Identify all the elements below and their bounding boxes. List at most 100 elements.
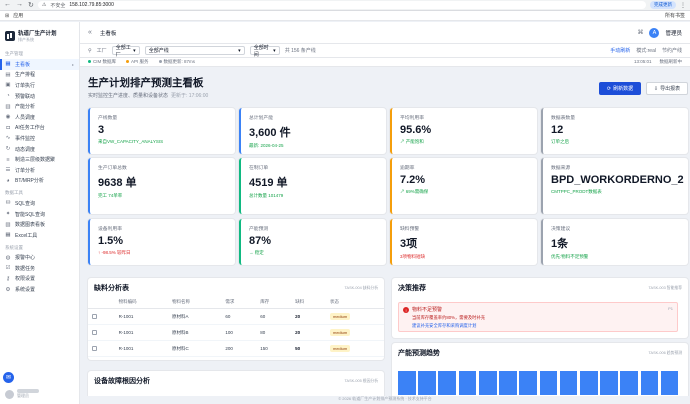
- period-select[interactable]: 全部时间 ▾: [249, 45, 280, 58]
- table-row[interactable]: R-1001 原材料C 200 150 50 medium: [88, 340, 384, 357]
- forecast-bar[interactable]: [499, 370, 517, 395]
- sidebar-item[interactable]: ☑ 数据任务: [0, 263, 79, 274]
- kpi-card[interactable]: 产线数量 3 来自VW_CAPACITY_ANALYSIS: [88, 108, 235, 154]
- sidebar-item[interactable]: ☰ 订单分析: [0, 165, 79, 176]
- forecast-bar[interactable]: [559, 370, 578, 395]
- export-icon: ⇩: [653, 85, 659, 92]
- sidebar-item[interactable]: ✦ 智能SQL查询: [0, 209, 79, 220]
- refresh-data-label: 刷新数据: [613, 86, 634, 92]
- status-dot: [158, 60, 162, 63]
- forecast-bar[interactable]: [418, 370, 436, 395]
- forecast-bar[interactable]: [458, 370, 477, 395]
- browser-menu-icon[interactable]: ⋮: [680, 2, 686, 9]
- sidebar-item[interactable]: ⚷ 权限设置: [0, 274, 79, 285]
- kpi-card[interactable]: 数据来源 BPD_WORKORDERNO_2 CMTPPC_PRODT数据表: [541, 158, 688, 214]
- sidebar-user[interactable]: 管理员: [5, 389, 39, 399]
- browser-update-button[interactable]: 完成更新: [650, 1, 676, 9]
- sidebar-item[interactable]: ⚙ 系统设置: [0, 284, 79, 295]
- address-bar[interactable]: ⚠ 不安全 158.102.79.85:3000: [37, 1, 646, 9]
- kpi-footer: 优先:物料不足预警: [551, 254, 589, 259]
- sidebar-item[interactable]: ≡ 制造三层级数据聚: [0, 154, 79, 165]
- page-footer: © 2026 轨道厂生产计划排产预测系统 · 技术支持平台: [80, 396, 690, 404]
- kpi-card[interactable]: 逾期率 7.2% ↗ 69%需确保: [390, 158, 537, 214]
- sidebar-item[interactable]: ◘ AI任务工作台: [0, 123, 79, 134]
- chevron-right-icon: ▸: [71, 61, 74, 67]
- forecast-bar[interactable]: [640, 370, 659, 395]
- apps-grid-icon[interactable]: ⊞: [5, 13, 9, 19]
- forecast-bar[interactable]: [478, 370, 497, 395]
- sidebar-item[interactable]: ▦ Excel工具: [0, 230, 79, 241]
- alert-link[interactable]: 建议补充安全库存和采购调度计划: [412, 323, 673, 329]
- database-icon: ⛁: [5, 200, 11, 207]
- sidebar-item[interactable]: ▦ 主看板 ▸: [0, 59, 79, 70]
- kpi-value: BPD_WORKORDERNO_2: [551, 174, 684, 186]
- browser-nav: ← → ↻: [4, 1, 34, 9]
- row-checkbox[interactable]: [92, 330, 97, 336]
- line-select[interactable]: 全部产线 ▾: [144, 46, 245, 55]
- forecast-bar[interactable]: [579, 370, 598, 395]
- sidebar-item[interactable]: ▥ 产能分析: [0, 101, 79, 112]
- kpi-value: 3项: [400, 238, 418, 250]
- back-icon[interactable]: ←: [4, 1, 11, 9]
- forecast-bar[interactable]: [519, 370, 537, 395]
- forecast-bar[interactable]: [600, 370, 618, 395]
- kpi-card[interactable]: 缺料预警 3项 3项物料短缺: [390, 219, 537, 265]
- user-avatar[interactable]: A: [649, 27, 660, 38]
- status-cell: medium: [325, 324, 384, 341]
- sidebar-item[interactable]: ↻ 动态调度: [0, 144, 79, 155]
- sidebar-item[interactable]: ⛁ SQL查询: [0, 198, 79, 209]
- row-checkbox[interactable]: [92, 314, 97, 320]
- table-row[interactable]: R-1001 原材料B 100 80 20 medium: [88, 324, 384, 341]
- factory-select[interactable]: 全部工厂 ▾: [111, 45, 140, 58]
- kpi-value: 3: [98, 124, 105, 136]
- sidebar-item-label: 产能分析: [15, 104, 36, 111]
- sidebar-item[interactable]: ∿ 事件监控: [0, 133, 79, 144]
- kpi-card[interactable]: 设备利用率 1.5% ↑ -98.5% 较昨日: [88, 219, 235, 265]
- sidebar-item[interactable]: ◔ 预警联动: [0, 91, 79, 102]
- kpi-card[interactable]: 产能预测 87% → 稳定: [239, 219, 386, 265]
- reload-icon[interactable]: ↻: [28, 1, 34, 9]
- sidebar-item[interactable]: ◕ BT/MRP分析: [0, 176, 79, 187]
- kpi-card[interactable]: 总计划产能 3,600 件最新: 2026-04-25: [239, 108, 386, 154]
- demand-cell: 100: [221, 324, 257, 341]
- sidebar-item[interactable]: ◍ 报警中心: [0, 253, 79, 264]
- refresh-data-button[interactable]: ⟳ 刷新数据: [599, 82, 641, 95]
- sidebar-item[interactable]: ◉ 人员调度: [0, 112, 79, 123]
- chevron-down-icon: ▾: [133, 47, 136, 54]
- language-icon[interactable]: ⌘: [637, 29, 643, 36]
- table-header: 物料编码 物料名称 需求 库存 缺料 状态: [88, 296, 384, 309]
- table-row[interactable]: R-1001 原材料A 60 60 20 medium: [88, 308, 384, 325]
- forecast-bar[interactable]: [438, 370, 457, 395]
- kpi-label: 数据表数量: [551, 116, 575, 121]
- manual-refresh-link[interactable]: 手动刷新: [610, 47, 630, 54]
- collapse-sidebar-icon[interactable]: «: [88, 29, 92, 36]
- page-title: 生产计划排产预测主看板: [88, 77, 204, 89]
- kpi-card[interactable]: 决策建议 1条 优先:物料不足预警: [541, 219, 688, 265]
- filter-hint: 共 156 条产线: [284, 48, 316, 54]
- kpi-card[interactable]: 在制订单 4519 单总计数量 101479: [239, 158, 386, 214]
- sidebar-item-label: 动态调度: [15, 146, 36, 153]
- sidebar-item[interactable]: ▣ 订单执行: [0, 80, 79, 91]
- forecast-bar[interactable]: [620, 370, 639, 395]
- row-checkbox[interactable]: [92, 346, 97, 352]
- sidebar-item[interactable]: ▧ 数据图表看板: [0, 219, 79, 230]
- shortage-alert[interactable]: ! 物料不足预警 当前库存覆盖率约80%，需要及时补充 建议补充安全库存和采购调…: [398, 302, 678, 332]
- forecast-bar[interactable]: [398, 370, 416, 395]
- code-cell: R-1001: [114, 324, 169, 341]
- kpi-label: 决策建议: [551, 227, 571, 232]
- bookmark-all[interactable]: 所有书签: [665, 12, 685, 19]
- forecast-bar[interactable]: [660, 370, 679, 395]
- kpi-card[interactable]: 数据表数量 12 订单之后: [541, 108, 688, 154]
- export-report-button[interactable]: ⇩ 导出报表: [646, 82, 688, 95]
- key-icon: ⚷: [5, 275, 11, 282]
- kpi-card[interactable]: 生产订单总数 9638 单完工 74单率: [88, 158, 235, 214]
- forward-icon[interactable]: →: [16, 1, 23, 9]
- bookmark-apps[interactable]: 应用: [13, 12, 23, 19]
- chat-bubble-icon[interactable]: ✉: [3, 372, 14, 383]
- sidebar-item[interactable]: ▤ 生产排程: [0, 70, 79, 81]
- forecast-bar[interactable]: [539, 370, 558, 395]
- sidebar-item-label: SQL查询: [15, 200, 36, 207]
- brand[interactable]: 轨道厂生产计划 排产系统: [0, 22, 79, 47]
- kpi-card[interactable]: 平均利用率 95.6% ↗ 产能饱和: [390, 108, 537, 154]
- user-name[interactable]: 管理员: [665, 29, 682, 37]
